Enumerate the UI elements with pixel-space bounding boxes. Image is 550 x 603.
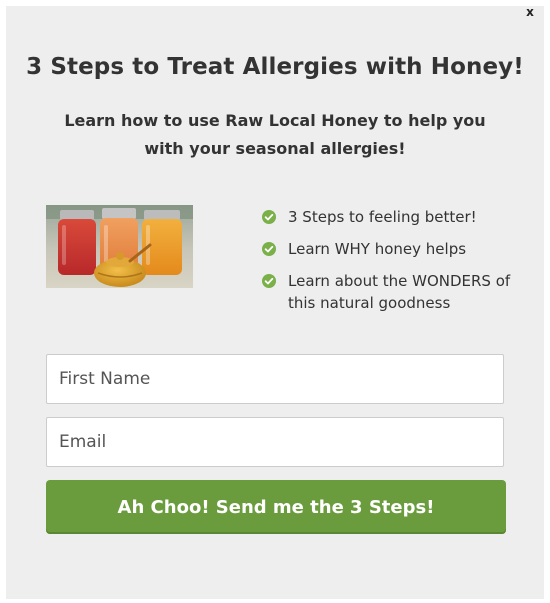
benefit-item: Learn about the WONDERS of this natural … xyxy=(262,270,532,314)
benefits-list: 3 Steps to feeling better! Learn WHY hon… xyxy=(262,206,532,324)
benefit-text: Learn WHY honey helps xyxy=(288,240,467,258)
benefit-item: 3 Steps to feeling better! xyxy=(262,206,532,228)
submit-button[interactable]: Ah Choo! Send me the 3 Steps! xyxy=(46,480,506,534)
email-input[interactable] xyxy=(46,417,504,467)
popup-title: 3 Steps to Treat Allergies with Honey! xyxy=(26,54,524,80)
check-circle-icon xyxy=(262,274,276,288)
check-circle-icon xyxy=(262,242,276,256)
optin-popup: x 3 Steps to Treat Allergies with Honey!… xyxy=(6,4,544,599)
benefit-text: 3 Steps to feeling better! xyxy=(288,208,477,226)
close-button[interactable]: x xyxy=(522,4,538,20)
first-name-input[interactable] xyxy=(46,354,504,404)
check-circle-icon xyxy=(262,210,276,224)
popup-subtitle: Learn how to use Raw Local Honey to help… xyxy=(64,111,486,158)
benefit-text: Learn about the WONDERS of this natural … xyxy=(288,272,511,312)
benefit-item: Learn WHY honey helps xyxy=(262,238,532,260)
honey-jars-image xyxy=(46,205,193,288)
